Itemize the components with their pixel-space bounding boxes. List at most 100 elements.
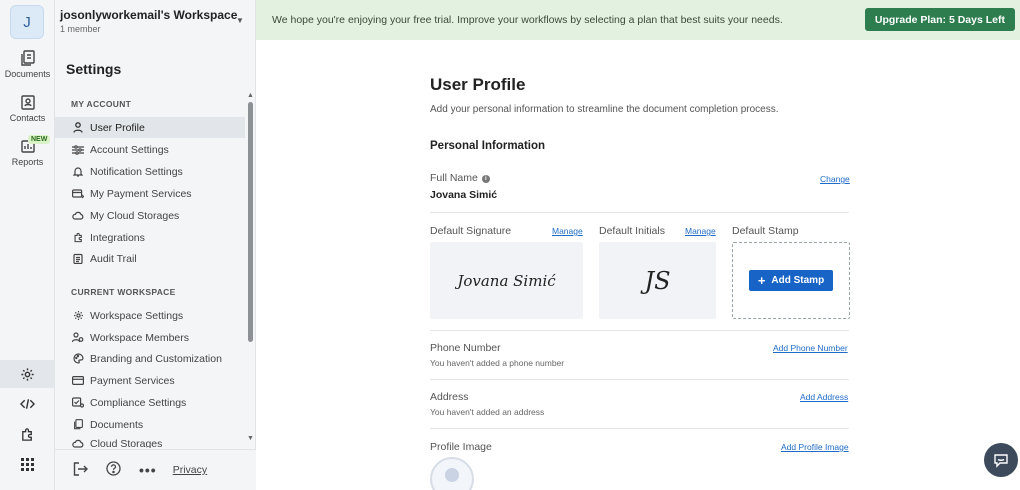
grid-icon	[21, 457, 34, 471]
left-rail: J Documents Contacts NEW Reports	[0, 0, 55, 490]
menu-label: Documents	[90, 418, 144, 431]
menu-item-cloud-storages[interactable]: Cloud Storages	[55, 435, 245, 448]
default-initials-label: Default Initials	[599, 225, 665, 237]
menu-item-compliance-settings[interactable]: Compliance Settings	[55, 392, 245, 413]
sidebar-scrollbar[interactable]	[248, 102, 253, 342]
profile-image-placeholder[interactable]	[430, 457, 474, 490]
rail-item-contacts[interactable]: Contacts	[0, 94, 55, 123]
caret-down-icon[interactable]: ▼	[236, 16, 244, 25]
upgrade-plan-button[interactable]: Upgrade Plan: 5 Days Left	[864, 8, 1015, 31]
menu-item-user-profile[interactable]: User Profile	[55, 117, 245, 138]
rail-item-documents[interactable]: Documents	[0, 50, 55, 79]
menu-item-payment-services[interactable]: Payment Services	[55, 370, 245, 391]
initials-text: JS	[644, 266, 671, 295]
trial-banner-message: We hope you're enjoying your free trial.…	[272, 14, 783, 26]
more-options-icon[interactable]: •••	[139, 462, 157, 478]
full-name-label-text: Full Name	[430, 172, 478, 184]
scroll-up-arrow[interactable]: ▲	[247, 92, 254, 99]
settings-title: Settings	[66, 61, 122, 77]
default-initials-preview[interactable]: JS	[599, 242, 716, 319]
menu-label: My Cloud Storages	[90, 209, 180, 222]
rail-label-reports: Reports	[11, 157, 44, 167]
menu-item-workspace-members[interactable]: Workspace Members	[55, 327, 245, 348]
puzzle-icon	[22, 427, 32, 441]
logout-icon[interactable]	[73, 461, 88, 479]
trial-banner: We hope you're enjoying your free trial.…	[256, 0, 1020, 40]
menu-item-my-payment-services[interactable]: My Payment Services	[55, 183, 245, 204]
menu-label: Compliance Settings	[90, 396, 187, 409]
add-stamp-button[interactable]: + Add Stamp	[749, 270, 833, 291]
sliders-icon	[72, 144, 84, 156]
menu-item-audit-trail[interactable]: Audit Trail	[55, 248, 245, 269]
workspace-switcher[interactable]: josonlyworkemail's Workspace 1 member	[60, 8, 237, 34]
gear-icon	[72, 310, 84, 322]
contacts-icon	[20, 95, 35, 110]
card-icon	[72, 375, 84, 387]
menu-label: Integrations	[90, 231, 145, 244]
menu-label: Payment Services	[90, 374, 175, 387]
cloud-icon	[72, 438, 84, 448]
documents-icon	[20, 50, 35, 66]
divider	[430, 379, 849, 380]
user-icon	[72, 122, 84, 134]
menu-item-integrations[interactable]: Integrations	[55, 227, 245, 248]
cloud-icon	[72, 210, 84, 222]
menu-label: Account Settings	[90, 143, 169, 156]
info-icon[interactable]: i	[481, 175, 490, 183]
code-icon	[20, 399, 35, 409]
gear-icon	[21, 367, 34, 381]
phone-number-hint: You haven't added a phone number	[430, 358, 565, 368]
profile-image-label: Profile Image	[430, 441, 492, 453]
add-stamp-label: Add Stamp	[771, 275, 825, 286]
rail-item-reports[interactable]: NEW Reports	[0, 135, 55, 167]
integrations-rail-button[interactable]	[0, 420, 55, 448]
menu-item-documents[interactable]: Documents	[55, 414, 245, 435]
my-account-heading: MY ACCOUNT	[71, 99, 132, 109]
settings-sidebar: josonlyworkemail's Workspace 1 member ▼ …	[55, 0, 256, 490]
add-address-link[interactable]: Add Address	[800, 392, 848, 402]
rail-label-documents: Documents	[4, 69, 51, 79]
phone-number-label: Phone Number	[430, 342, 501, 354]
menu-label: Notification Settings	[90, 165, 183, 178]
menu-item-notification-settings[interactable]: Notification Settings	[55, 161, 245, 182]
members-icon	[72, 332, 84, 344]
menu-label: Cloud Storages	[90, 438, 163, 448]
default-stamp-box: + Add Stamp	[732, 242, 850, 319]
default-signature-label: Default Signature	[430, 225, 512, 237]
workspace-avatar[interactable]: J	[10, 5, 44, 39]
chat-support-button[interactable]	[984, 443, 1018, 477]
payment-icon	[72, 188, 84, 200]
clipboard-icon	[72, 253, 84, 265]
help-icon[interactable]	[106, 461, 121, 479]
menu-item-branding[interactable]: Branding and Customization	[55, 348, 245, 369]
full-name-label: Full Name i	[430, 172, 490, 184]
user-avatar-icon	[445, 468, 459, 482]
menu-label: My Payment Services	[90, 187, 192, 200]
add-profile-image-link[interactable]: Add Profile Image	[781, 442, 849, 452]
default-signature-preview[interactable]: Jovana Simić	[430, 242, 583, 319]
puzzle-icon	[72, 232, 84, 244]
developer-rail-button[interactable]	[0, 390, 55, 418]
manage-initials-link[interactable]: Manage	[685, 226, 716, 236]
manage-signature-link[interactable]: Manage	[552, 226, 583, 236]
new-badge: NEW	[28, 135, 51, 144]
divider	[430, 212, 849, 213]
menu-label: Audit Trail	[90, 252, 137, 265]
menu-label: Workspace Settings	[90, 309, 184, 322]
divider	[430, 428, 849, 429]
change-name-link[interactable]: Change	[820, 174, 850, 184]
signature-text: Jovana Simić	[457, 271, 556, 290]
menu-item-account-settings[interactable]: Account Settings	[55, 139, 245, 160]
scroll-down-arrow[interactable]: ▼	[247, 435, 254, 442]
full-name-value: Jovana Simić	[430, 189, 498, 201]
privacy-link[interactable]: Privacy	[173, 464, 207, 476]
menu-item-workspace-settings[interactable]: Workspace Settings	[55, 305, 245, 326]
add-phone-number-link[interactable]: Add Phone Number	[773, 343, 848, 353]
personal-information-heading: Personal Information	[430, 140, 546, 152]
compliance-icon	[72, 397, 84, 409]
menu-item-my-cloud-storages[interactable]: My Cloud Storages	[55, 205, 245, 226]
chat-icon	[994, 453, 1008, 468]
settings-rail-button[interactable]	[0, 360, 55, 388]
rail-label-contacts: Contacts	[9, 113, 46, 123]
apps-rail-button[interactable]	[0, 450, 55, 478]
